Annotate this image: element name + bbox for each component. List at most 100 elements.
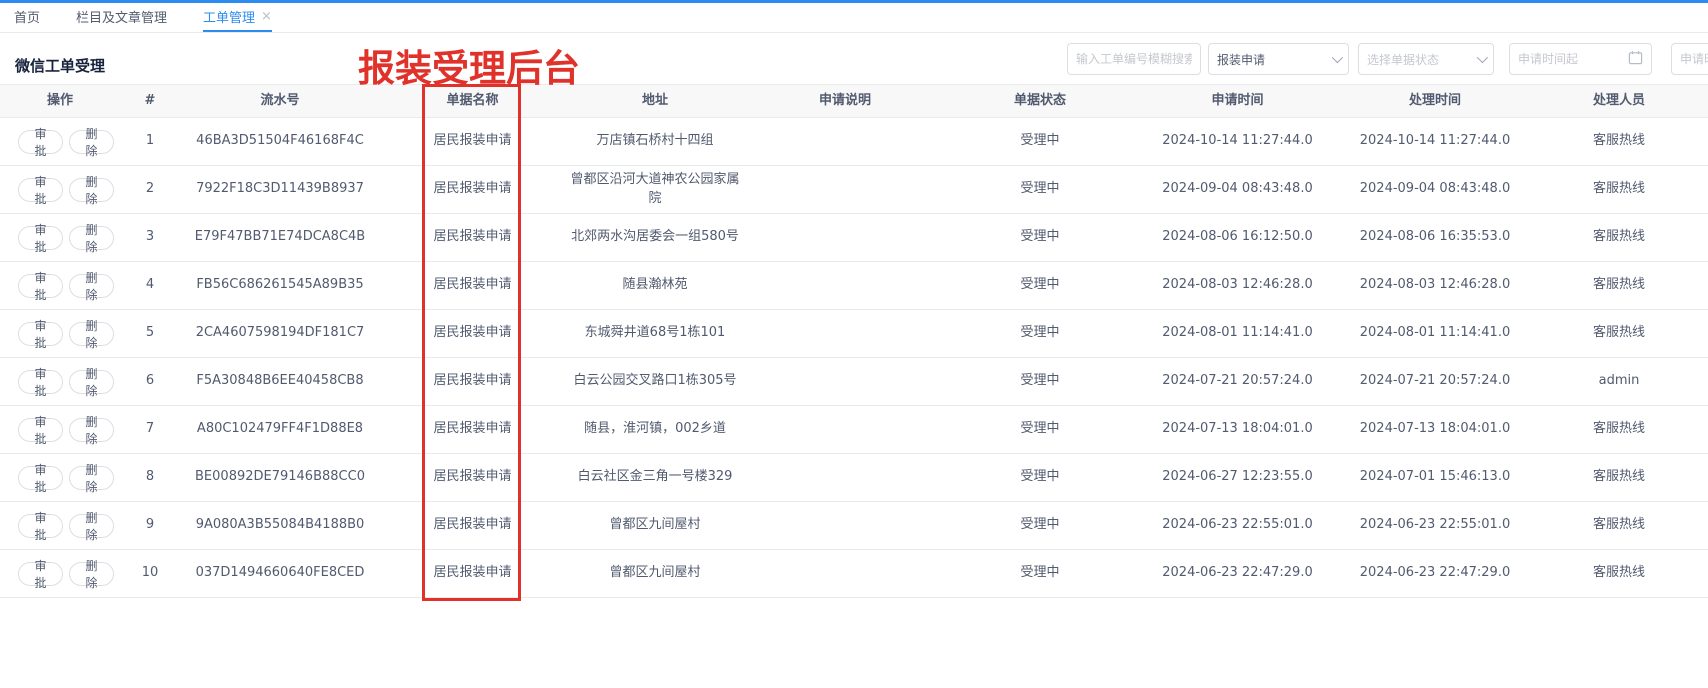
handle-time: 2024-09-04 08:43:48.0: [1340, 180, 1530, 199]
handle-time: 2024-10-14 11:27:44.0: [1340, 132, 1530, 151]
address-text: 曾都区九间屋村: [609, 564, 700, 583]
row-index: 8: [120, 468, 180, 487]
row-actions: 审批 删除: [0, 274, 120, 298]
doc-name: 居民报装申请: [380, 324, 565, 343]
doc-name: 居民报装申请: [380, 420, 565, 439]
apply-time: 2024-07-21 20:57:24.0: [1135, 372, 1340, 391]
handle-time: 2024-07-01 15:46:13.0: [1340, 468, 1530, 487]
handle-time: 2024-07-21 20:57:24.0: [1340, 372, 1530, 391]
doc-type-selected-value: 报装申请: [1217, 51, 1265, 68]
doc-status: 受理中: [945, 516, 1135, 535]
approve-button[interactable]: 审批: [18, 274, 63, 298]
delete-button[interactable]: 删除: [69, 562, 114, 586]
delete-button[interactable]: 删除: [69, 274, 114, 298]
delete-button[interactable]: 删除: [69, 130, 114, 154]
row-actions: 审批 删除: [0, 514, 120, 538]
handler: admin: [1530, 372, 1708, 391]
chevron-down-icon: [1477, 52, 1488, 63]
doc-status: 受理中: [945, 468, 1135, 487]
red-annotation-text: 报装受理后台: [358, 38, 584, 92]
apply-date-to-input[interactable]: [1672, 44, 1708, 74]
handler: 客服热线: [1530, 564, 1708, 583]
approve-button[interactable]: 审批: [18, 418, 63, 442]
doc-name: 居民报装申请: [380, 468, 565, 487]
address: 随县瀚林苑: [565, 276, 745, 295]
row-index: 2: [120, 180, 180, 199]
row-index: 1: [120, 132, 180, 151]
table-row: 审批 删除 3 E79F47BB71E74DCA8C4B 居民报装申请 北郊两水…: [0, 214, 1708, 262]
address-text: 随县，淮河镇，002乡道: [584, 420, 726, 439]
table-row: 审批 删除 6 F5A30848B6EE40458CB8 居民报装申请 白云公园…: [0, 358, 1708, 406]
delete-button[interactable]: 删除: [69, 418, 114, 442]
approve-button[interactable]: 审批: [18, 226, 63, 250]
handle-time: 2024-08-01 11:14:41.0: [1340, 324, 1530, 343]
approve-button[interactable]: 审批: [18, 466, 63, 490]
delete-button[interactable]: 删除: [69, 178, 114, 202]
doc-status: 受理中: [945, 324, 1135, 343]
delete-button[interactable]: 删除: [69, 370, 114, 394]
apply-time: 2024-10-14 11:27:44.0: [1135, 132, 1340, 151]
delete-button[interactable]: 删除: [69, 226, 114, 250]
header-doc-name: 单据名称: [380, 92, 565, 111]
row-index: 5: [120, 324, 180, 343]
row-index: 4: [120, 276, 180, 295]
address: 曾都区九间屋村: [565, 564, 745, 583]
doc-name: 居民报装申请: [380, 132, 565, 151]
doc-status: 受理中: [945, 420, 1135, 439]
table-row: 审批 删除 5 2CA4607598194DF181C7 居民报装申请 东城舜井…: [0, 310, 1708, 358]
close-icon[interactable]: ×: [261, 10, 272, 23]
approve-button[interactable]: 审批: [18, 514, 63, 538]
approve-button[interactable]: 审批: [18, 562, 63, 586]
handler: 客服热线: [1530, 180, 1708, 199]
doc-type-select[interactable]: 报装申请: [1208, 43, 1349, 75]
approve-button[interactable]: 审批: [18, 178, 63, 202]
serial-number: 7922F18C3D11439B8937: [180, 180, 380, 199]
delete-button[interactable]: 删除: [69, 514, 114, 538]
header-handle-time: 处理时间: [1340, 92, 1530, 111]
handle-time: 2024-08-03 12:46:28.0: [1340, 276, 1530, 295]
address-text: 万店镇石桥村十四组: [596, 132, 713, 151]
search-input[interactable]: [1068, 44, 1200, 74]
address-text: 北郊两水沟居委会一组580号: [571, 228, 739, 247]
handler: 客服热线: [1530, 324, 1708, 343]
row-actions: 审批 删除: [0, 130, 120, 154]
apply-time: 2024-06-23 22:47:29.0: [1135, 564, 1340, 583]
handler: 客服热线: [1530, 468, 1708, 487]
approve-button[interactable]: 审批: [18, 130, 63, 154]
table-row: 审批 删除 4 FB56C686261545A89B35 居民报装申请 随县瀚林…: [0, 262, 1708, 310]
address-text: 随县瀚林苑: [622, 276, 687, 295]
row-index: 3: [120, 228, 180, 247]
address-text: 曾都区沿河大道神农公园家属院: [567, 171, 743, 209]
row-actions: 审批 删除: [0, 466, 120, 490]
apply-date-from-input[interactable]: [1510, 44, 1628, 74]
row-index: 6: [120, 372, 180, 391]
delete-button[interactable]: 删除: [69, 322, 114, 346]
header-address: 地址: [565, 92, 745, 111]
apply-time: 2024-06-23 22:55:01.0: [1135, 516, 1340, 535]
header-apply-time: 申请时间: [1135, 92, 1340, 111]
tab-home-label: 首页: [14, 7, 40, 26]
calendar-icon: [1628, 50, 1643, 68]
address: 随县，淮河镇，002乡道: [565, 420, 745, 439]
doc-name: 居民报装申请: [380, 276, 565, 295]
table-row: 审批 删除 2 7922F18C3D11439B8937 居民报装申请 曾都区沿…: [0, 166, 1708, 214]
table-row: 审批 删除 1 46BA3D51504F46168F4C 居民报装申请 万店镇石…: [0, 118, 1708, 166]
serial-number: F5A30848B6EE40458CB8: [180, 372, 380, 391]
delete-button[interactable]: 删除: [69, 466, 114, 490]
doc-status-select[interactable]: 选择单据状态: [1358, 43, 1494, 75]
apply-date-to-field: [1671, 43, 1708, 75]
order-number-search-field: [1067, 43, 1201, 75]
approve-button[interactable]: 审批: [18, 322, 63, 346]
tab-home[interactable]: 首页: [14, 3, 40, 32]
doc-status: 受理中: [945, 372, 1135, 391]
row-actions: 审批 删除: [0, 322, 120, 346]
tab-work-order-label: 工单管理: [203, 7, 255, 26]
tab-work-order-management[interactable]: 工单管理 ×: [203, 3, 272, 32]
doc-name: 居民报装申请: [380, 564, 565, 583]
address-text: 曾都区九间屋村: [609, 516, 700, 535]
doc-status-placeholder: 选择单据状态: [1367, 51, 1439, 68]
tab-article-management[interactable]: 栏目及文章管理: [76, 3, 167, 32]
approve-button[interactable]: 审批: [18, 370, 63, 394]
address: 东城舜井道68号1栋101: [565, 324, 745, 343]
doc-name: 居民报装申请: [380, 180, 565, 199]
